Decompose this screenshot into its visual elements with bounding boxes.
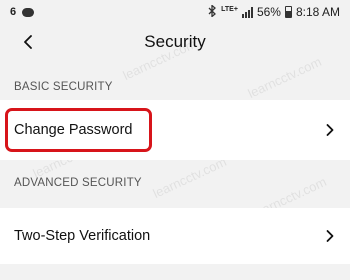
- section-label-basic-security: BASIC SECURITY: [14, 81, 113, 93]
- two-step-verification-label: Two-Step Verification: [14, 228, 151, 244]
- battery-icon: [284, 6, 292, 18]
- two-step-verification-item[interactable]: Two-Step Verification: [0, 208, 350, 264]
- change-password-label: Change Password: [14, 122, 133, 138]
- status-bar: 6 LTE+ 56% 8:18 AM: [0, 0, 350, 24]
- app-header: Security: [0, 24, 350, 64]
- chevron-right-icon: [326, 124, 334, 137]
- status-bar-right: LTE+ 56% 8:18 AM: [208, 3, 340, 20]
- watermark-text: learncctv.com: [150, 153, 229, 202]
- chevron-right-icon: [326, 230, 334, 243]
- notification-icon: 6: [10, 6, 17, 18]
- battery-percent: 56%: [256, 5, 281, 19]
- status-bar-left: 6: [10, 6, 35, 18]
- section-label-advanced-security: ADVANCED SECURITY: [14, 177, 142, 189]
- signal-strength-icon: [241, 6, 253, 18]
- status-time: 8:18 AM: [295, 5, 340, 19]
- change-password-item[interactable]: Change Password: [0, 100, 350, 160]
- page-title: Security: [144, 32, 206, 51]
- bluetooth-icon: [208, 3, 217, 20]
- network-type-label: LTE+: [221, 5, 238, 13]
- battery-fill: [285, 11, 291, 17]
- app-notification-icon: [22, 7, 35, 17]
